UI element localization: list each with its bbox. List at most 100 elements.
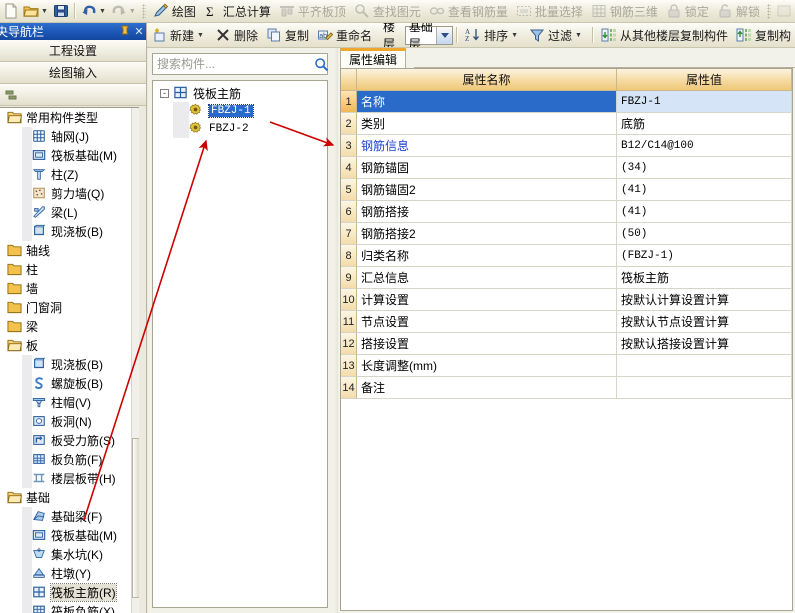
sidebar-tree-item-25[interactable]: 筏板主筋(R) [0, 583, 139, 602]
sidebar-tree-item-0[interactable]: 常用构件类型 [0, 108, 139, 127]
table-row[interactable]: 1 名称 FBZJ-1 [341, 91, 792, 113]
property-name-cell[interactable]: 汇总信息 [357, 267, 617, 289]
filter-caret[interactable]: ▼ [575, 32, 585, 39]
ribbon-item-summary-calc[interactable]: Σ 汇总计算 [200, 0, 275, 22]
sidebar-tree-item-20[interactable]: 基础 [0, 488, 139, 507]
new-icon[interactable] [1, 1, 21, 22]
property-name-cell[interactable]: 钢筋搭接 [357, 201, 617, 223]
sidebar-tree-item-22[interactable]: 筏板基础(M) [0, 526, 139, 545]
sidebar-tree-item-11[interactable]: 梁 [0, 317, 139, 336]
sidebar-tree-item-24[interactable]: 柱墩(Y) [0, 564, 139, 583]
property-name-cell[interactable]: 计算设置 [357, 289, 617, 311]
component-instance-row[interactable]: FBZJ-2 [153, 120, 327, 138]
copy-component-button[interactable]: 复制 [262, 24, 313, 46]
tree-vertical-scrollbar[interactable] [131, 108, 139, 613]
property-name-cell[interactable]: 类别 [357, 113, 617, 135]
collapse-expander-icon[interactable]: - [160, 88, 169, 98]
sidebar-item-draw-input[interactable]: 绘图输入 [0, 62, 146, 84]
property-value-cell[interactable]: (50) [617, 223, 792, 245]
property-value-cell[interactable] [617, 355, 792, 377]
component-instance-tree[interactable]: - 筏板主筋 FBZJ-1 FBZJ-2 [152, 80, 328, 608]
property-name-cell[interactable]: 搭接设置 [357, 333, 617, 355]
sidebar-tree-item-8[interactable]: 柱 [0, 260, 139, 279]
property-name-cell[interactable]: 钢筋锚固 [357, 157, 617, 179]
table-row[interactable]: 11 节点设置 按默认节点设置计算 [341, 311, 792, 333]
property-grid[interactable]: 属性名称 属性值 1 名称 FBZJ-1 2 类别 底筋 3 钢筋信息 B12/C14@100 4… [340, 68, 793, 611]
sidebar-tree-item-10[interactable]: 门窗洞 [0, 298, 139, 317]
nav-list-icon[interactable] [4, 87, 20, 103]
sidebar-tree-item-3[interactable]: 柱(Z) [0, 165, 139, 184]
sidebar-item-project-settings[interactable]: 工程设置 [0, 40, 146, 62]
new-component-button[interactable]: 新建 ▼ [147, 24, 211, 46]
toolbar-gripper-2[interactable] [766, 3, 771, 19]
undo-dropdown-caret[interactable]: ▼ [99, 8, 109, 15]
sidebar-tree-item-4[interactable]: 剪力墙(Q) [0, 184, 139, 203]
sidebar-tree-item-14[interactable]: 螺旋板(B) [0, 374, 139, 393]
property-value-cell[interactable]: 底筋 [617, 113, 792, 135]
save-icon[interactable] [51, 1, 71, 22]
sidebar-tree-item-23[interactable]: 集水坑(K) [0, 545, 139, 564]
close-icon[interactable]: ✕ [132, 25, 146, 38]
sidebar-tree-item-2[interactable]: 筏板基础(M) [0, 146, 139, 165]
sidebar-tree-item-9[interactable]: 墙 [0, 279, 139, 298]
table-row[interactable]: 4 钢筋锚固 (34) [341, 157, 792, 179]
chevron-down-icon[interactable] [436, 26, 453, 44]
component-type-tree[interactable]: 常用构件类型 轴网(J) 筏板基础(M) 柱(Z) 剪力墙(Q) 梁(L) 现浇板(B) 轴线… [0, 107, 139, 613]
property-value-cell[interactable]: 按默认计算设置计算 [617, 289, 792, 311]
table-row[interactable]: 2 类别 底筋 [341, 113, 792, 135]
table-row[interactable]: 10 计算设置 按默认计算设置计算 [341, 289, 792, 311]
property-value-cell[interactable]: 按默认搭接设置计算 [617, 333, 792, 355]
tab-property-edit[interactable]: 属性编辑 [340, 48, 407, 68]
toolbar-gripper[interactable] [141, 3, 146, 19]
scrollbar-thumb[interactable] [132, 438, 139, 598]
sidebar-tree-item-21[interactable]: 基础梁(F) [0, 507, 139, 526]
floor-select[interactable]: 基础层 [404, 23, 454, 47]
delete-component-button[interactable]: 删除 [211, 24, 262, 46]
property-value-cell[interactable]: (FBZJ-1) [617, 245, 792, 267]
open-dropdown-caret[interactable]: ▼ [41, 8, 51, 15]
property-value-cell[interactable]: (41) [617, 201, 792, 223]
table-row[interactable]: 12 搭接设置 按默认搭接设置计算 [341, 333, 792, 355]
sidebar-tree-item-16[interactable]: 板洞(N) [0, 412, 139, 431]
property-value-cell[interactable]: (41) [617, 179, 792, 201]
table-row[interactable]: 7 钢筋搭接2 (50) [341, 223, 792, 245]
rename-component-button[interactable]: ab 重命名 [313, 24, 376, 46]
property-name-cell[interactable]: 归类名称 [357, 245, 617, 267]
open-folder-icon[interactable] [21, 1, 41, 22]
sidebar-tree-item-7[interactable]: 轴线 [0, 241, 139, 260]
component-instance-row[interactable]: FBZJ-1 [153, 102, 327, 120]
filter-button[interactable]: 过滤 ▼ [525, 24, 589, 46]
undo-icon[interactable] [79, 1, 99, 22]
overflow-button[interactable] [774, 1, 794, 22]
new-component-caret[interactable]: ▼ [197, 32, 207, 39]
sort-button[interactable]: A Z 排序 ▼ [461, 24, 525, 46]
sidebar-tree-item-17[interactable]: 板受力筋(S) [0, 431, 139, 450]
property-value-cell[interactable] [617, 377, 792, 399]
property-name-cell[interactable]: 钢筋搭接2 [357, 223, 617, 245]
table-row[interactable]: 14 备注 [341, 377, 792, 399]
pin-icon[interactable] [118, 25, 132, 39]
property-value-cell[interactable]: 筏板主筋 [617, 267, 792, 289]
table-row[interactable]: 6 钢筋搭接 (41) [341, 201, 792, 223]
copy-to-other-floor-button[interactable]: 复制构 [732, 24, 795, 46]
property-value-cell[interactable]: (34) [617, 157, 792, 179]
search-input[interactable] [153, 55, 314, 73]
sidebar-tree-item-6[interactable]: 现浇板(B) [0, 222, 139, 241]
property-name-cell[interactable]: 钢筋信息 [357, 135, 617, 157]
sidebar-tree-item-19[interactable]: 楼层板带(H) [0, 469, 139, 488]
table-row[interactable]: 9 汇总信息 筏板主筋 [341, 267, 792, 289]
property-name-cell[interactable]: 备注 [357, 377, 617, 399]
sort-caret[interactable]: ▼ [511, 32, 521, 39]
property-value-cell[interactable]: B12/C14@100 [617, 135, 792, 157]
sidebar-tree-item-13[interactable]: 现浇板(B) [0, 355, 139, 374]
ribbon-item-draw[interactable]: 绘图 [149, 0, 200, 22]
sidebar-tree-item-12[interactable]: 板 [0, 336, 139, 355]
property-name-cell[interactable]: 钢筋锚固2 [357, 179, 617, 201]
table-row[interactable]: 13 长度调整(mm) [341, 355, 792, 377]
sidebar-tree-item-15[interactable]: 柱帽(V) [0, 393, 139, 412]
table-row[interactable]: 3 钢筋信息 B12/C14@100 [341, 135, 792, 157]
sidebar-tree-item-18[interactable]: 板负筋(F) [0, 450, 139, 469]
property-name-cell[interactable]: 长度调整(mm) [357, 355, 617, 377]
copy-from-other-floor-button[interactable]: 从其他楼层复制构件 [597, 24, 732, 46]
property-value-cell[interactable]: FBZJ-1 [617, 91, 792, 113]
